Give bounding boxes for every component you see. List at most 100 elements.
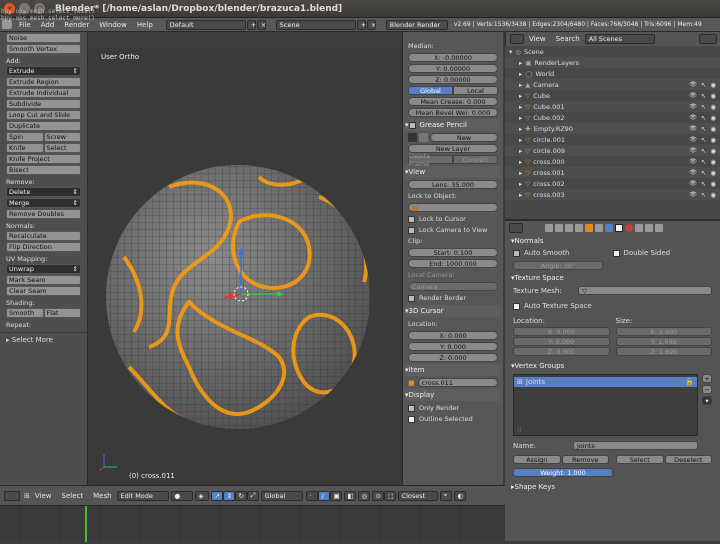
- only-render-checkbox[interactable]: [408, 404, 415, 412]
- deselect-button[interactable]: Deselect: [664, 455, 712, 464]
- texspace-loc-x-field[interactable]: X: 0.000: [513, 327, 610, 336]
- data-browse-icon[interactable]: [419, 133, 428, 142]
- grease-pencil-header[interactable]: ▾ Grease Pencil: [405, 119, 501, 131]
- mark-seam-button[interactable]: Mark Seam: [6, 275, 81, 285]
- scale-manipulator-icon[interactable]: ⤢: [246, 490, 259, 501]
- auto-smooth-checkbox[interactable]: [513, 249, 520, 257]
- mode-dropdown[interactable]: Edit Mode: [116, 490, 169, 501]
- lock-camera-checkbox[interactable]: [408, 226, 415, 234]
- lock-cursor-checkbox[interactable]: [408, 215, 415, 223]
- manipulator-toggle-icon[interactable]: ↗: [210, 490, 223, 501]
- item-header[interactable]: ▾ Item: [405, 364, 501, 376]
- grease-pencil-checkbox[interactable]: [408, 121, 416, 129]
- remove-screen-icon[interactable]: ×: [256, 19, 266, 30]
- 3d-cursor-header[interactable]: ▾ 3D Cursor: [405, 305, 501, 317]
- lock-object-field[interactable]: ■: [408, 203, 498, 212]
- outliner-row[interactable]: ▸ ▽ cross.001 👁 ↖ ◉: [505, 167, 720, 178]
- world-tab-icon[interactable]: [575, 224, 583, 232]
- render-border-row[interactable]: Render Border: [408, 294, 498, 302]
- vertex-select-icon[interactable]: ·: [305, 490, 318, 501]
- renderability-icon[interactable]: ◉: [710, 147, 716, 155]
- visibility-icon[interactable]: 👁: [689, 136, 697, 143]
- texture-tab-icon[interactable]: [635, 224, 643, 232]
- selectability-icon[interactable]: ↖: [701, 103, 706, 111]
- knife-select-button[interactable]: Select: [43, 143, 81, 153]
- selectability-icon[interactable]: ↖: [701, 191, 706, 199]
- cursor-x-field[interactable]: X: 0.000: [408, 331, 498, 340]
- auto-texture-space-checkbox[interactable]: [513, 302, 520, 310]
- texture-mesh-field[interactable]: ▽: [578, 286, 712, 295]
- orientation-dropdown[interactable]: Global: [260, 490, 303, 501]
- selectability-icon[interactable]: ↖: [701, 180, 706, 188]
- selectability-icon[interactable]: ↖: [701, 147, 706, 155]
- noise-button[interactable]: Noise: [6, 33, 81, 43]
- proportional-edit-icon[interactable]: ◎: [357, 490, 370, 501]
- normals-header[interactable]: ▾ Normals: [505, 235, 720, 247]
- weight-slider[interactable]: Weight: 1.000: [513, 468, 613, 477]
- new-grease-pencil-button[interactable]: New: [430, 133, 498, 142]
- modifiers-tab-icon[interactable]: [605, 224, 613, 232]
- outliner-row[interactable]: ▸ ▽ Cube.001 👁 ↖ ◉: [505, 101, 720, 112]
- double-sided-row[interactable]: Double Sided: [612, 249, 713, 257]
- local-camera-field[interactable]: Camera: [408, 282, 498, 291]
- screw-button[interactable]: Screw: [43, 132, 81, 142]
- last-operator-panel[interactable]: ▸ Select More: [0, 332, 87, 347]
- visibility-icon[interactable]: 👁: [689, 180, 697, 187]
- collapse-arrow-icon[interactable]: ▸: [519, 180, 522, 188]
- outliner-filter-icon[interactable]: [699, 34, 717, 44]
- texture-space-header[interactable]: ▾ Texture Space: [505, 272, 720, 284]
- collapse-arrow-icon[interactable]: ▸: [519, 158, 522, 166]
- collapse-arrow-icon[interactable]: ▸: [519, 191, 522, 199]
- recalculate-button[interactable]: Recalculate: [6, 231, 81, 241]
- render-border-checkbox[interactable]: [408, 294, 415, 302]
- visibility-icon[interactable]: 👁: [689, 92, 697, 99]
- select-button[interactable]: Select: [616, 455, 664, 464]
- selectability-icon[interactable]: ↖: [701, 92, 706, 100]
- selectability-icon[interactable]: ↖: [701, 81, 706, 89]
- layers-tab-icon[interactable]: [555, 224, 563, 232]
- snap-options-icon[interactable]: ⌖: [439, 490, 452, 501]
- remove-group-icon[interactable]: −: [702, 385, 712, 394]
- clip-start-field[interactable]: Start: 0.100: [408, 248, 498, 257]
- median-y-field[interactable]: Y: 0.00000: [408, 64, 498, 73]
- selectability-icon[interactable]: ↖: [701, 114, 706, 122]
- cursor-y-field[interactable]: Y: 0.000: [408, 342, 498, 351]
- 3d-viewport[interactable]: User Ortho (0) cross.011: [89, 47, 402, 485]
- scene-dropdown[interactable]: Scene: [275, 19, 356, 30]
- visibility-icon[interactable]: 👁: [689, 147, 697, 154]
- rotate-manipulator-icon[interactable]: ↻: [234, 490, 247, 501]
- occlude-geometry-icon[interactable]: ◧: [343, 490, 356, 501]
- constraints-tab-icon[interactable]: [595, 224, 603, 232]
- snap-toggle-icon[interactable]: ⊙: [371, 490, 384, 501]
- outliner-row[interactable]: ▸ ▽ cross.003 👁 ↖ ◉: [505, 189, 720, 200]
- delete-frame-button[interactable]: Delete Frame: [408, 152, 453, 168]
- texspace-size-y-field[interactable]: Y: 1.690: [615, 337, 712, 346]
- edge-select-icon[interactable]: /: [317, 490, 330, 501]
- remove-doubles-button[interactable]: Remove Doubles: [6, 209, 81, 219]
- outliner-row[interactable]: ▸ ▽ circle.009 👁 ↖ ◉: [505, 145, 720, 156]
- outline-selected-row[interactable]: Outline Selected: [408, 415, 498, 423]
- outliner-row[interactable]: ▸ ▲ Camera 👁 ↖ ◉: [505, 79, 720, 90]
- outline-selected-checkbox[interactable]: [408, 415, 415, 423]
- delete-dropdown[interactable]: Delete ⇕: [6, 187, 81, 197]
- selectability-icon[interactable]: ↖: [701, 125, 706, 133]
- pivot-point-dropdown[interactable]: ◈: [194, 490, 209, 501]
- visibility-icon[interactable]: 👁: [689, 114, 697, 121]
- local-toggle[interactable]: Local: [453, 86, 498, 95]
- knife-project-button[interactable]: Knife Project: [6, 154, 81, 164]
- face-select-icon[interactable]: ▣: [329, 490, 342, 501]
- renderability-icon[interactable]: ◉: [710, 103, 716, 111]
- object-tab-icon[interactable]: [585, 224, 593, 232]
- bisect-button[interactable]: Bisect: [6, 165, 81, 175]
- assign-button[interactable]: Assign: [513, 455, 561, 464]
- only-render-row[interactable]: Only Render: [408, 404, 498, 412]
- knife-button[interactable]: Knife: [6, 143, 44, 153]
- outliner-row[interactable]: ▸ ✚ Empty.RZ90 👁 ↖ ◉: [505, 123, 720, 134]
- texspace-loc-z-field[interactable]: Z: 0.000: [513, 347, 610, 356]
- collapse-arrow-icon[interactable]: ▸: [519, 59, 522, 67]
- add-group-icon[interactable]: +: [702, 374, 712, 383]
- loop-cut-button[interactable]: Loop Cut and Slide: [6, 110, 81, 120]
- material-tab-icon[interactable]: [625, 224, 633, 232]
- collapse-arrow-icon[interactable]: ▸: [519, 147, 522, 155]
- collapse-arrow-icon[interactable]: ▸: [519, 114, 522, 122]
